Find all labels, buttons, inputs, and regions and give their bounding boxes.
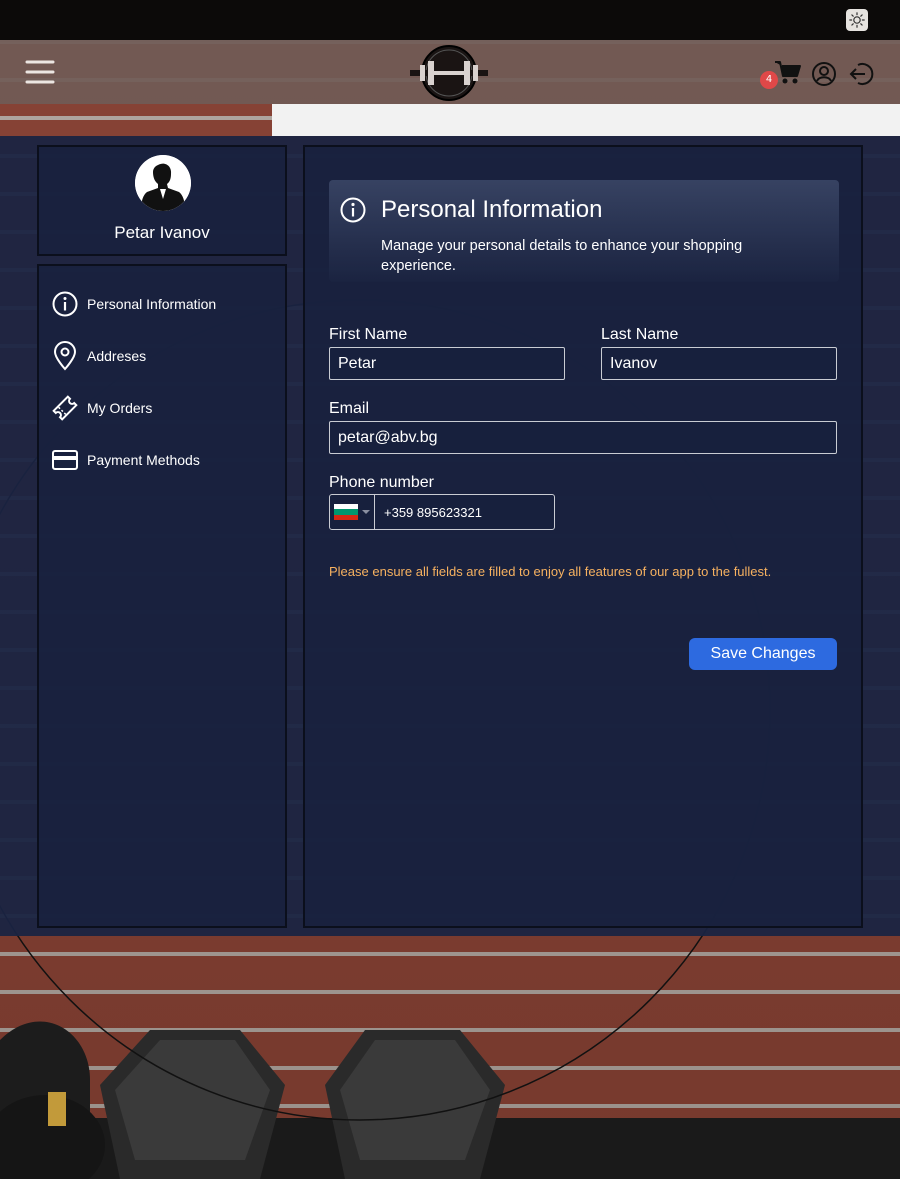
last-name-label: Last Name bbox=[601, 326, 679, 343]
sidebar-item-addresses[interactable]: Addreses bbox=[51, 340, 281, 372]
save-changes-button[interactable]: Save Changes bbox=[689, 638, 837, 670]
user-profile-icon[interactable] bbox=[810, 60, 838, 88]
account-sidebar: Personal Information Addreses My Orders … bbox=[37, 264, 287, 928]
logout-icon[interactable] bbox=[848, 60, 876, 88]
phone-number-input[interactable] bbox=[376, 495, 552, 529]
sidebar-item-label: Payment Methods bbox=[87, 452, 200, 468]
info-icon bbox=[52, 291, 78, 317]
gentleman-silhouette-icon bbox=[135, 155, 191, 211]
first-name-field[interactable] bbox=[329, 347, 565, 380]
sidebar-item-my-orders[interactable]: My Orders bbox=[51, 392, 281, 424]
avatar[interactable] bbox=[135, 155, 191, 211]
country-code-select[interactable] bbox=[330, 495, 375, 529]
profile-name: Petar Ivanov bbox=[114, 223, 210, 242]
cart-icon[interactable] bbox=[774, 60, 802, 86]
sun-icon bbox=[849, 12, 865, 28]
cart-count-badge: 4 bbox=[760, 71, 778, 89]
brand-logo[interactable] bbox=[408, 43, 490, 103]
credit-card-icon bbox=[52, 450, 78, 470]
sidebar-item-label: My Orders bbox=[87, 400, 153, 416]
section-header-card: Personal Information Manage your persona… bbox=[329, 180, 839, 282]
email-label: Email bbox=[329, 400, 370, 417]
sidebar-item-label: Personal Information bbox=[87, 296, 217, 312]
section-description: Manage your personal details to enhance … bbox=[381, 238, 743, 274]
form-warning-text: Please ensure all fields are filled to e… bbox=[329, 564, 772, 579]
info-icon bbox=[340, 197, 366, 223]
last-name-field[interactable] bbox=[601, 347, 837, 380]
sidebar-item-label: Addreses bbox=[87, 348, 147, 364]
section-title: Personal Information bbox=[381, 196, 603, 223]
theme-toggle-button[interactable] bbox=[846, 9, 868, 31]
ticket-icon bbox=[52, 395, 78, 421]
personal-information-panel: Personal Information Manage your persona… bbox=[303, 145, 863, 928]
phone-number-field bbox=[329, 494, 555, 530]
top-bar bbox=[0, 0, 900, 40]
location-pin-icon bbox=[53, 341, 77, 371]
first-name-label: First Name bbox=[329, 326, 408, 343]
sidebar-item-personal-information[interactable]: Personal Information bbox=[51, 288, 281, 320]
bulgaria-flag-icon bbox=[334, 504, 358, 520]
hamburger-menu-icon[interactable] bbox=[24, 56, 56, 88]
email-field[interactable] bbox=[329, 421, 837, 454]
chevron-down-icon bbox=[362, 510, 370, 514]
profile-card: Petar Ivanov bbox=[37, 145, 287, 256]
sidebar-item-payment-methods[interactable]: Payment Methods bbox=[51, 444, 281, 476]
phone-label: Phone number bbox=[329, 474, 434, 491]
